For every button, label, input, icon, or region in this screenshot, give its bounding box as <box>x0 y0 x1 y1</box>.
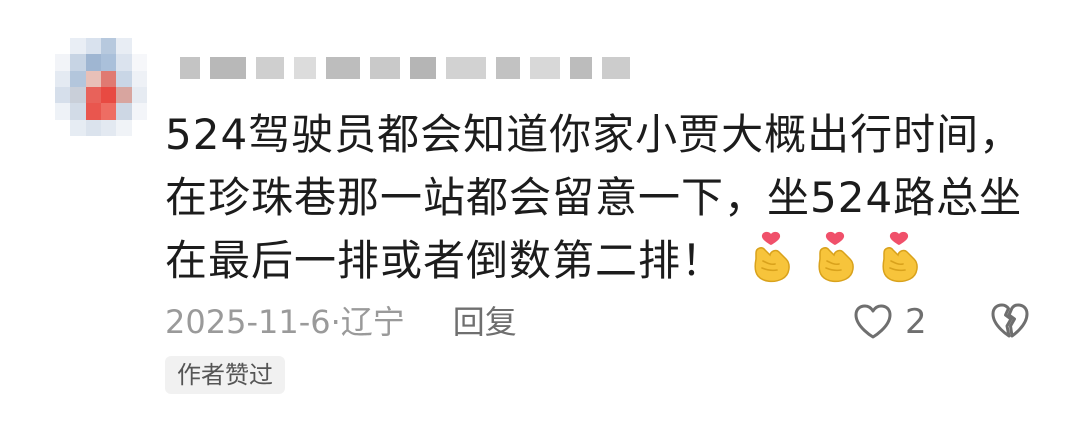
avatar-pixel <box>70 70 86 87</box>
avatar-pixel <box>116 54 132 71</box>
redaction-block <box>256 57 284 79</box>
redaction-block <box>210 57 246 79</box>
avatar-pixel <box>55 119 71 136</box>
avatar-pixel <box>100 70 117 87</box>
avatar-pixel <box>55 103 71 120</box>
emoji-group <box>748 231 922 283</box>
avatar-pixel <box>100 38 117 55</box>
avatar-pixel <box>55 54 71 71</box>
avatar-pixel <box>100 119 117 136</box>
avatar-pixel <box>116 87 132 104</box>
redaction-block <box>446 57 486 79</box>
dislike-button[interactable] <box>990 302 1030 344</box>
username-redacted[interactable] <box>180 56 630 80</box>
heart-hands-emoji-icon <box>754 231 790 283</box>
heart-hands-emoji-icon <box>882 231 918 283</box>
avatar-pixel <box>70 38 86 55</box>
redaction-block <box>410 57 436 79</box>
heart-hands-emoji-icon <box>818 231 854 283</box>
broken-heart-icon <box>991 303 1029 338</box>
avatar-pixel <box>131 54 147 71</box>
comment-location: 辽宁 <box>340 303 405 341</box>
avatar-pixel <box>116 70 132 87</box>
avatar-pixel <box>116 119 132 136</box>
avatar-pixel <box>116 38 132 55</box>
avatar-pixel <box>85 87 101 104</box>
avatar-pixel <box>55 70 71 87</box>
avatar-pixel <box>55 87 71 104</box>
avatar-pixel <box>85 103 101 120</box>
avatar-pixel <box>85 54 101 71</box>
avatar-pixel <box>116 103 132 120</box>
avatar-pixel <box>131 119 147 136</box>
avatar-pixel <box>55 38 71 55</box>
avatar-pixel <box>131 103 147 120</box>
avatar-pixel <box>70 119 86 136</box>
avatar-pixel <box>100 87 117 104</box>
meta-separator: · <box>330 303 341 341</box>
redaction-block <box>570 57 592 79</box>
like-button[interactable]: 2 <box>853 300 927 344</box>
avatar-pixel <box>100 103 117 120</box>
avatar-pixel <box>85 119 101 136</box>
redaction-block <box>496 57 520 79</box>
avatar-pixel <box>131 38 147 55</box>
redaction-block <box>602 57 630 79</box>
reply-button[interactable]: 回复 <box>453 300 517 344</box>
avatar-pixel <box>131 87 147 104</box>
avatar-pixel <box>70 87 86 104</box>
avatar-pixel <box>100 54 117 71</box>
avatar-pixel <box>131 70 147 87</box>
avatar-pixel <box>70 103 86 120</box>
like-count: 2 <box>905 302 927 342</box>
avatar-pixel <box>85 38 101 55</box>
comment-text: 524驾驶员都会知道你家小贾大概出行时间，在珍珠巷那一站都会留意一下，坐524路… <box>165 103 1035 292</box>
comment-date: 2025-11-6 <box>165 303 331 341</box>
heart-outline-icon <box>854 304 892 339</box>
redaction-block <box>370 57 400 79</box>
redaction-block <box>326 57 360 79</box>
avatar-pixel <box>85 70 101 87</box>
author-liked-badge: 作者赞过 <box>165 356 285 394</box>
redaction-block <box>294 57 316 79</box>
comment-meta: 2025-11-6 · 辽宁 回复 <box>165 300 517 344</box>
redaction-block <box>530 57 560 79</box>
avatar-pixel <box>70 54 86 71</box>
avatar[interactable] <box>55 38 147 136</box>
redaction-block <box>180 57 200 79</box>
